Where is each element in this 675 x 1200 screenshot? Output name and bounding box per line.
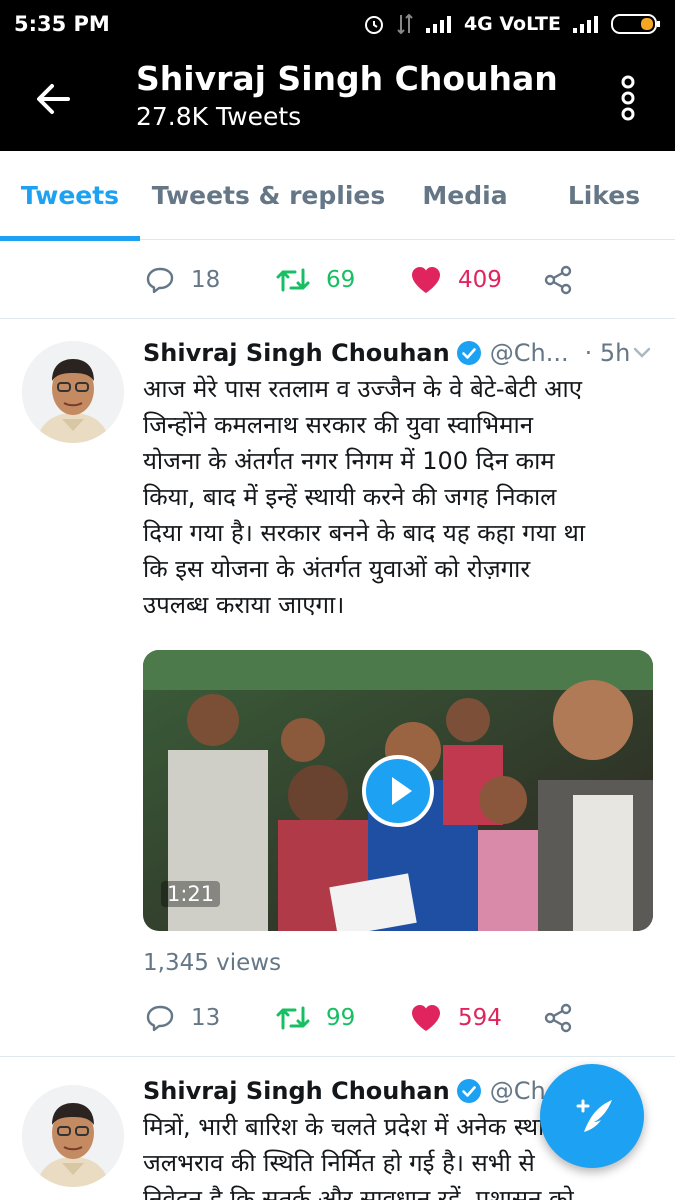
retweet-button[interactable]: 99 xyxy=(276,979,355,1057)
tweet-header: Shivraj Singh Chouhan @Ch... · 5h xyxy=(143,335,655,371)
author-handle[interactable]: @Ch... xyxy=(490,339,569,367)
reply-icon xyxy=(146,1005,174,1032)
tab-likes[interactable]: Likes xyxy=(533,151,675,240)
verified-icon xyxy=(456,1079,481,1103)
divider xyxy=(0,1056,675,1057)
reply-button[interactable]: 18 xyxy=(145,241,220,319)
share-button[interactable] xyxy=(543,979,573,1057)
like-count: 594 xyxy=(458,1005,502,1031)
author-name[interactable]: Shivraj Singh Chouhan xyxy=(143,339,450,367)
status-icons: 4G VoLTE xyxy=(362,12,661,36)
signal-icon-2 xyxy=(573,16,598,33)
overflow-menu-icon xyxy=(621,75,635,121)
page-title: Shivraj Singh Chouhan xyxy=(136,59,558,98)
back-button[interactable] xyxy=(30,76,76,122)
video-duration: 1:21 xyxy=(161,881,221,907)
caret-down-icon[interactable] xyxy=(629,339,655,365)
tweet-count: 27.8K Tweets xyxy=(136,102,302,131)
reply-icon xyxy=(146,267,174,294)
header-title-block: Shivraj Singh Chouhan 27.8K Tweets xyxy=(136,58,558,134)
profile-photo xyxy=(22,341,124,443)
reply-button[interactable]: 13 xyxy=(145,979,220,1057)
play-icon xyxy=(392,777,412,805)
like-button[interactable]: 594 xyxy=(410,979,502,1057)
reply-count: 13 xyxy=(191,1005,221,1031)
data-arrows-icon xyxy=(397,13,413,35)
profile-header: Shivraj Singh Chouhan 27.8K Tweets xyxy=(0,48,675,151)
tab-media[interactable]: Media xyxy=(397,151,533,240)
share-icon xyxy=(544,265,572,295)
compose-tweet-button[interactable] xyxy=(540,1064,644,1168)
verified-icon xyxy=(456,341,481,365)
profile-tabs: Tweets Tweets & replies Media Likes xyxy=(0,151,675,241)
tweet-actions: 13 99 594 xyxy=(0,979,675,1057)
tab-tweets-and-replies[interactable]: Tweets & replies xyxy=(140,151,397,240)
signal-icon xyxy=(425,16,451,33)
retweet-count: 99 xyxy=(326,1005,356,1031)
alarm-icon xyxy=(364,16,383,34)
status-time: 5:35 PM xyxy=(14,12,110,36)
tab-tweets[interactable]: Tweets xyxy=(0,151,140,241)
play-button[interactable] xyxy=(362,755,434,827)
divider xyxy=(0,318,675,319)
retweet-icon xyxy=(276,268,310,292)
reply-count: 18 xyxy=(191,267,221,293)
tweet-text: आज मेरे पास रतलाम व उज्जैन के वे बेटे-बे… xyxy=(143,375,586,619)
retweet-icon xyxy=(276,1006,310,1030)
tweet-video[interactable]: 1:21 xyxy=(143,650,653,931)
status-bar: 5:35 PM 4G VoLTE xyxy=(0,0,675,48)
author-name[interactable]: Shivraj Singh Chouhan xyxy=(143,1077,450,1105)
previous-tweet-actions: 18 69 409 xyxy=(0,241,675,319)
view-count: 1,345 views xyxy=(143,950,282,976)
retweet-button[interactable]: 69 xyxy=(276,241,355,319)
like-count: 409 xyxy=(458,267,502,293)
network-label: 4G VoLTE xyxy=(463,13,561,35)
avatar[interactable] xyxy=(22,1085,124,1187)
share-button[interactable] xyxy=(543,241,573,319)
overflow-menu-button[interactable] xyxy=(617,74,639,122)
heart-icon xyxy=(412,1005,440,1031)
like-button[interactable]: 409 xyxy=(410,241,502,319)
battery-icon xyxy=(611,14,660,34)
tweet-timestamp: · 5h xyxy=(584,339,631,367)
avatar[interactable] xyxy=(22,341,124,443)
compose-tweet-icon xyxy=(576,1099,612,1132)
retweet-count: 69 xyxy=(326,267,356,293)
back-arrow-icon xyxy=(37,84,70,114)
heart-icon xyxy=(412,267,440,293)
share-icon xyxy=(544,1003,572,1033)
profile-photo xyxy=(22,1085,124,1187)
